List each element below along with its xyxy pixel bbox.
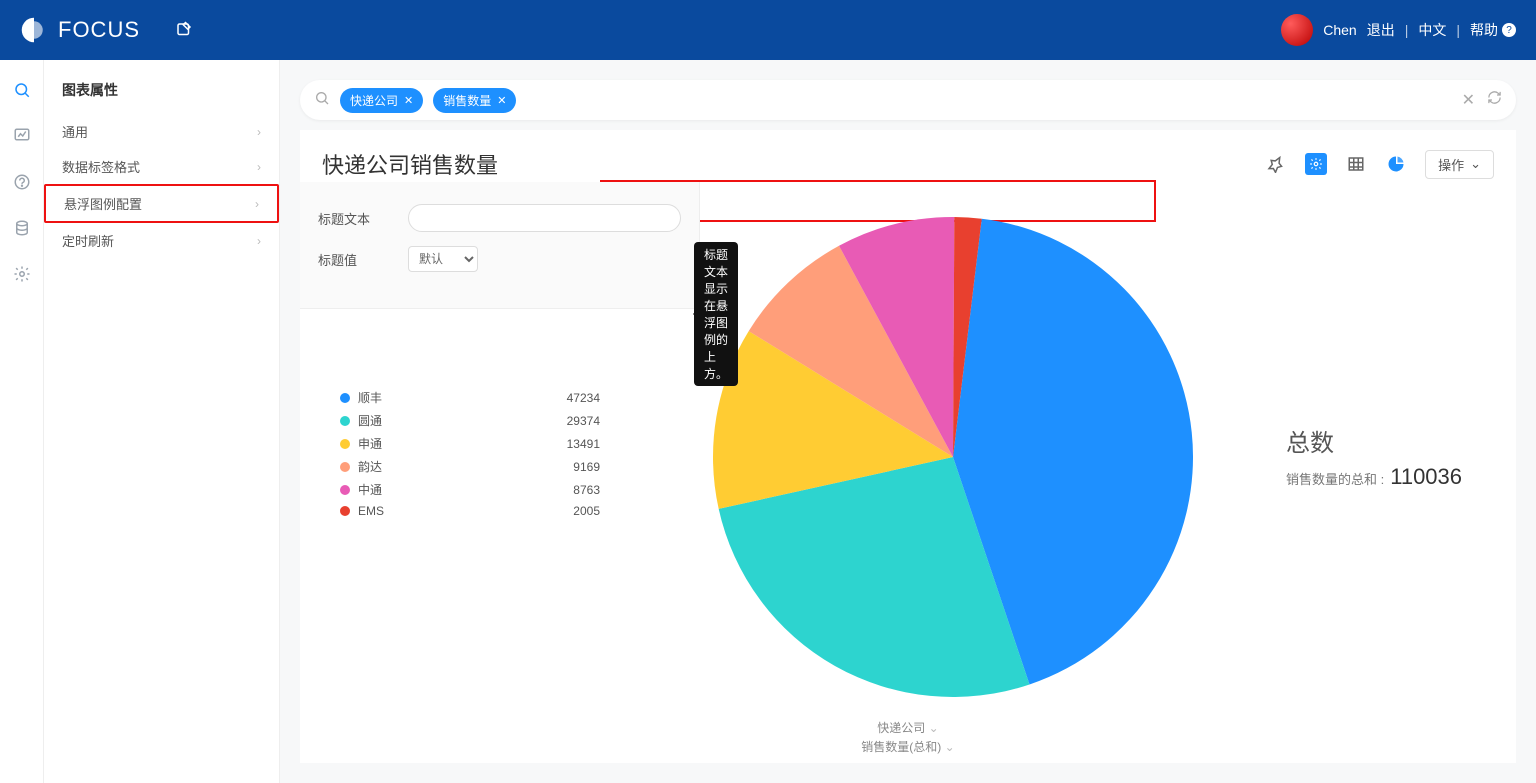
search-bar[interactable]: 快递公司✕ 销售数量✕ ✕ bbox=[300, 80, 1516, 120]
username: Chen bbox=[1323, 22, 1356, 38]
legend-item[interactable]: 申通13491 bbox=[340, 435, 620, 452]
rail-help-icon[interactable] bbox=[12, 172, 32, 192]
clear-search-icon[interactable]: ✕ bbox=[1462, 90, 1475, 110]
total-sub: 销售数量的总和 : bbox=[1286, 472, 1384, 487]
help-icon: ? bbox=[1502, 23, 1516, 37]
edit-icon[interactable] bbox=[170, 16, 198, 44]
title-text-label: 标题文本 bbox=[318, 209, 388, 228]
tooltip: 标题文本显示在悬浮图例的上方。 bbox=[694, 242, 738, 386]
sidebar-item-general[interactable]: 通用› bbox=[44, 114, 279, 149]
panel-title: 图表属性 bbox=[44, 80, 279, 114]
title-value-label: 标题值 bbox=[318, 250, 388, 269]
sidebar-item-labelformat[interactable]: 数据标签格式› bbox=[44, 149, 279, 184]
legend-item[interactable]: 中通8763 bbox=[340, 481, 620, 498]
chart-legend: 顺丰47234 圆通29374 申通13491 韵达9169 中通8763 EMS2005 bbox=[300, 389, 620, 524]
search-chip[interactable]: 销售数量✕ bbox=[433, 88, 516, 113]
brand-logo: FOCUS bbox=[20, 16, 140, 44]
sidebar-item-autorefresh[interactable]: 定时刷新› bbox=[44, 223, 279, 258]
table-icon[interactable] bbox=[1345, 153, 1367, 175]
title-value-select[interactable]: 默认 bbox=[408, 246, 478, 272]
lang-link[interactable]: 中文 bbox=[1418, 20, 1446, 40]
chevron-right-icon: › bbox=[257, 160, 261, 174]
chip-remove-icon[interactable]: ✕ bbox=[404, 94, 413, 107]
chevron-right-icon: › bbox=[255, 197, 259, 211]
rail-settings-icon[interactable] bbox=[12, 264, 32, 284]
brand-text: FOCUS bbox=[58, 17, 140, 43]
legend-item[interactable]: 顺丰47234 bbox=[340, 389, 620, 406]
rail-data-icon[interactable] bbox=[12, 218, 32, 238]
separator: | bbox=[1405, 22, 1409, 38]
legend-item[interactable]: EMS2005 bbox=[340, 504, 620, 518]
search-chip[interactable]: 快递公司✕ bbox=[340, 88, 423, 113]
sidebar-item-hoverlegend[interactable]: 悬浮图例配置› bbox=[44, 184, 279, 223]
chevron-down-icon: ⌄ bbox=[1470, 156, 1481, 172]
operation-button[interactable]: 操作⌄ bbox=[1425, 150, 1494, 179]
chart-title: 快递公司销售数量 bbox=[322, 148, 498, 180]
rail-search-icon[interactable] bbox=[12, 80, 32, 100]
chevron-right-icon: › bbox=[257, 125, 261, 139]
pie-chart bbox=[713, 217, 1193, 697]
rail-dashboard-icon[interactable] bbox=[12, 126, 32, 146]
logo-icon bbox=[20, 16, 48, 44]
axis-labels: 快递公司 ⌄ 销售数量(总和) ⌄ bbox=[300, 719, 1516, 757]
config-popover: 标题文本 标题文本显示在悬浮图例的上方。 标题值 默认 bbox=[300, 182, 700, 309]
chevron-right-icon: › bbox=[257, 234, 261, 248]
logout-link[interactable]: 退出 bbox=[1367, 20, 1395, 40]
refresh-icon[interactable] bbox=[1487, 90, 1502, 110]
title-text-input[interactable] bbox=[408, 204, 681, 232]
separator: | bbox=[1456, 22, 1460, 38]
chip-remove-icon[interactable]: ✕ bbox=[497, 94, 506, 107]
legend-item[interactable]: 圆通29374 bbox=[340, 412, 620, 429]
pin-icon[interactable] bbox=[1265, 153, 1287, 175]
chart-totals: 总数 销售数量的总和 : 110036 bbox=[1286, 423, 1516, 490]
gear-icon[interactable] bbox=[1305, 153, 1327, 175]
help-link[interactable]: 帮助? bbox=[1470, 20, 1516, 40]
avatar[interactable] bbox=[1281, 14, 1313, 46]
total-value: 110036 bbox=[1390, 464, 1462, 489]
total-label: 总数 bbox=[1286, 423, 1516, 458]
legend-item[interactable]: 韵达9169 bbox=[340, 458, 620, 475]
search-icon bbox=[314, 90, 330, 111]
piechart-icon[interactable] bbox=[1385, 153, 1407, 175]
